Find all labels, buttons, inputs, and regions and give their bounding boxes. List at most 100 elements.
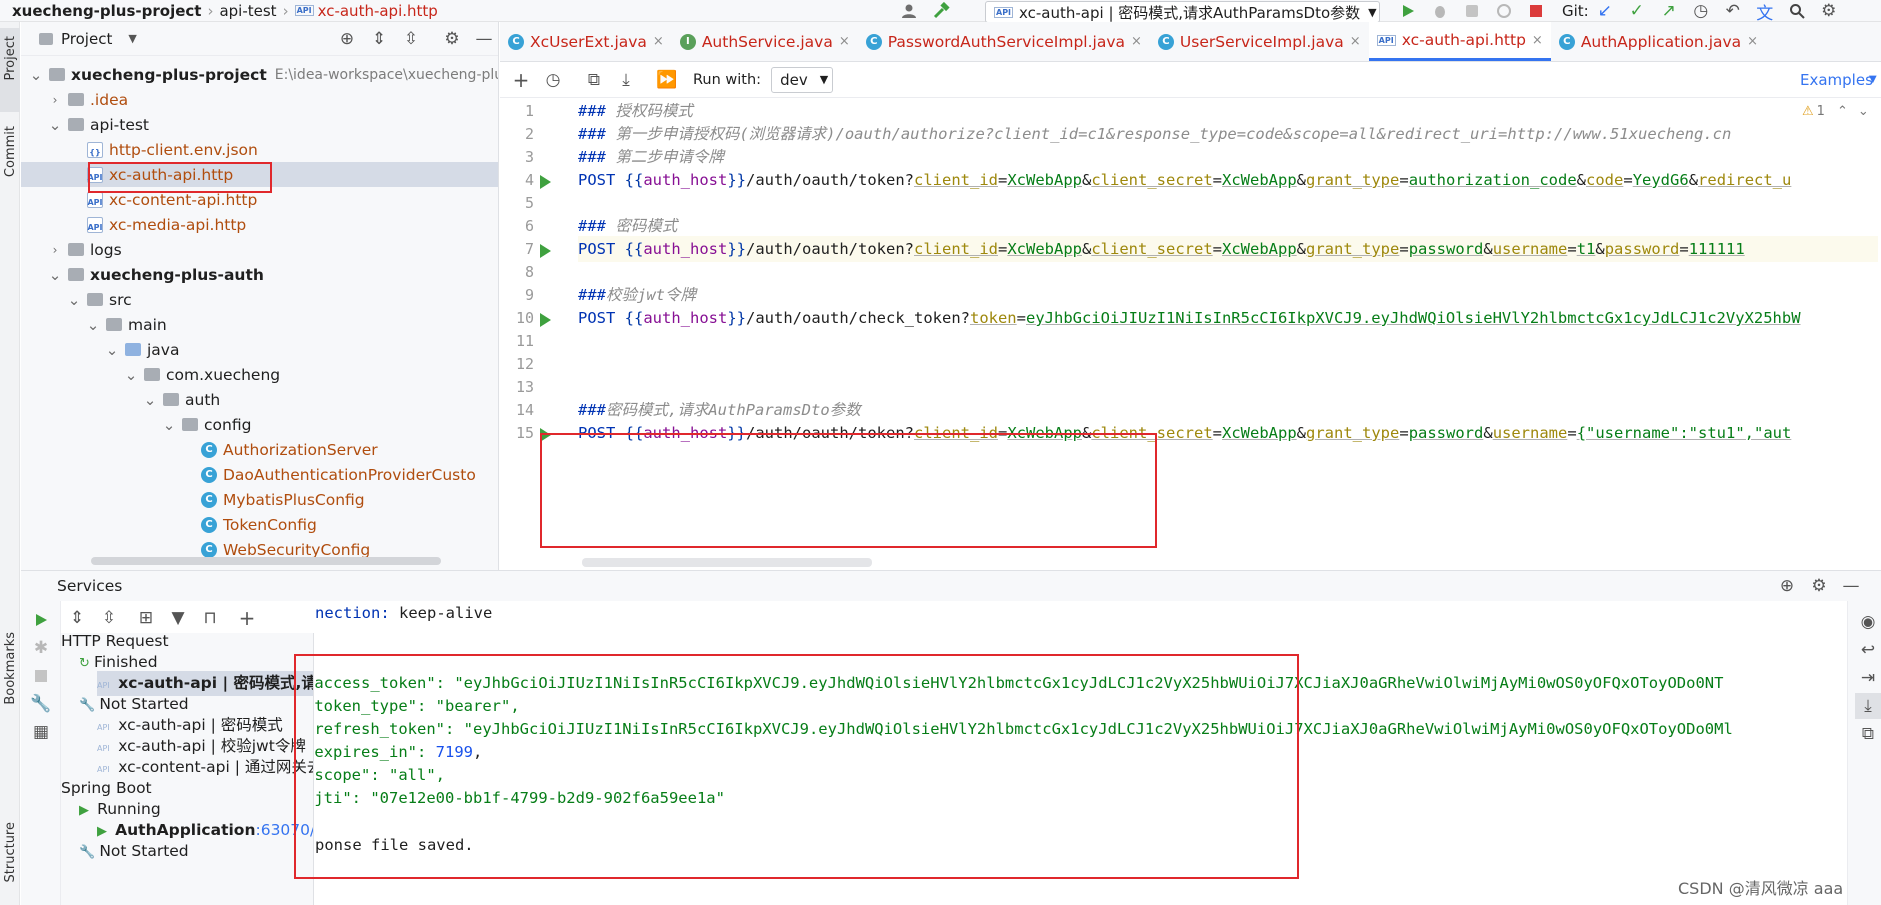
- layout-icon[interactable]: ▦: [28, 719, 54, 745]
- env-select[interactable]: dev ▼: [771, 66, 834, 93]
- git-commit-icon[interactable]: ✓: [1624, 0, 1650, 24]
- search-icon[interactable]: [1784, 0, 1810, 24]
- close-icon[interactable]: ×: [653, 34, 664, 49]
- project-tool-tab[interactable]: Project: [0, 28, 20, 112]
- structure-tool-tab[interactable]: Structure: [0, 782, 20, 882]
- horizontal-scrollbar[interactable]: [91, 557, 441, 565]
- tree-item[interactable]: › logs: [48, 237, 122, 262]
- coverage-icon[interactable]: [1459, 0, 1485, 24]
- tree-item[interactable]: ⌄ com.xuecheng: [124, 362, 280, 387]
- user-icon[interactable]: [896, 0, 922, 24]
- tree-item[interactable]: ⌄ src: [67, 287, 132, 312]
- code-editor[interactable]: ⚠ 1 ⌃ ⌄ ### 授权码模式 ### 第一步申请授权码(浏览器请求)/oau…: [572, 98, 1881, 570]
- examples-link[interactable]: Examples: [1800, 71, 1873, 89]
- bookmarks-tool-tab[interactable]: Bookmarks: [0, 622, 20, 722]
- tree-item[interactable]: › .idea: [48, 87, 129, 112]
- service-tree-item[interactable]: 🔧 Not Started: [79, 839, 189, 864]
- group-icon[interactable]: ⊞: [133, 605, 159, 631]
- git-update-icon[interactable]: ↙: [1592, 0, 1618, 24]
- stop-icon[interactable]: [1523, 0, 1549, 24]
- new-tab-icon[interactable]: ⊓: [197, 605, 223, 631]
- add-service-icon[interactable]: ⊕: [1774, 573, 1800, 599]
- tree-item[interactable]: API xc-auth-api.http: [21, 162, 498, 187]
- filter-icon[interactable]: ▼: [165, 605, 191, 631]
- add-icon[interactable]: +: [234, 605, 260, 631]
- chevron-right-icon[interactable]: ›: [48, 93, 62, 107]
- tree-item[interactable]: C MybatisPlusConfig: [181, 487, 365, 512]
- run-request-icon[interactable]: [540, 244, 551, 258]
- breadcrumb-folder[interactable]: api-test: [215, 2, 280, 20]
- tree-item[interactable]: C AuthorizationServer: [181, 437, 378, 462]
- rollback-icon[interactable]: ↶: [1720, 0, 1746, 24]
- run-request-icon[interactable]: [540, 175, 551, 189]
- expand-all-icon[interactable]: ⇕: [64, 605, 90, 631]
- convert-icon[interactable]: ⧉: [581, 67, 607, 93]
- run-request-icon[interactable]: [540, 428, 551, 442]
- breadcrumb-file[interactable]: API xc-auth-api.http: [291, 2, 442, 20]
- tree-item[interactable]: ⌄ main: [86, 312, 167, 337]
- response-viewer[interactable]: Connection: keep-alive{"access_token": "…: [315, 601, 1845, 905]
- collapse-all-icon[interactable]: ⇳: [96, 605, 122, 631]
- scroll-to-end-icon[interactable]: ⇥: [1855, 665, 1881, 691]
- debug-icon[interactable]: [1427, 0, 1453, 24]
- settings-icon[interactable]: ⚙: [1806, 573, 1832, 599]
- editor-tab[interactable]: C PasswordAuthServiceImpl.java ×: [858, 22, 1150, 61]
- soft-wrap-icon[interactable]: ↩: [1855, 637, 1881, 663]
- wrench-icon[interactable]: 🔧: [28, 691, 54, 717]
- debug-icon[interactable]: ✱: [28, 635, 54, 661]
- add-request-icon[interactable]: +: [508, 67, 534, 93]
- expand-all-icon[interactable]: ⇕: [366, 26, 392, 52]
- chevron-down-icon[interactable]: ⌄: [67, 291, 81, 309]
- run-icon[interactable]: [1395, 0, 1421, 24]
- editor-tab[interactable]: C AuthApplication.java ×: [1551, 22, 1766, 61]
- commit-tool-tab[interactable]: Commit: [0, 122, 20, 202]
- run-icon[interactable]: [28, 607, 54, 633]
- chevron-down-icon[interactable]: ⌄: [105, 341, 119, 359]
- collapse-all-icon[interactable]: ⇳: [398, 26, 424, 52]
- tree-item[interactable]: ⌄ xuecheng-plus-auth: [48, 262, 264, 287]
- chevron-down-icon[interactable]: ⌄: [86, 316, 100, 334]
- project-panel-title[interactable]: Project: [61, 30, 112, 48]
- tree-item[interactable]: ⌄ auth: [143, 387, 221, 412]
- tree-item[interactable]: API xc-content-api.http: [67, 187, 257, 212]
- run-config-select[interactable]: API xc-auth-api | 密码模式,请求AuthParamsDto参数…: [985, 1, 1380, 23]
- breadcrumb-project[interactable]: xuecheng-plus-project: [8, 2, 205, 20]
- history-icon[interactable]: ◷: [540, 67, 566, 93]
- chevron-down-icon[interactable]: ⌄: [162, 416, 176, 434]
- copy-icon[interactable]: ⧉: [1855, 721, 1881, 747]
- inspection-widget[interactable]: ⚠ 1 ⌃ ⌄: [1802, 104, 1869, 119]
- chevron-down-icon[interactable]: ▼: [1869, 74, 1877, 85]
- tree-item[interactable]: ⌄ xuecheng-plus-project E:\idea-workspace\…: [29, 62, 498, 87]
- tree-item[interactable]: C TokenConfig: [181, 512, 317, 537]
- tree-item[interactable]: {} http-client.env.json: [67, 137, 258, 162]
- chevron-down-icon[interactable]: ⌄: [48, 266, 62, 284]
- chevron-down-icon[interactable]: ⌄: [29, 66, 43, 84]
- close-icon[interactable]: ×: [1131, 34, 1142, 49]
- chevron-down-icon[interactable]: ⌄: [124, 366, 138, 384]
- hide-icon[interactable]: —: [471, 26, 497, 52]
- settings-icon[interactable]: ⚙: [439, 26, 465, 52]
- download-icon[interactable]: ⤓: [1855, 693, 1881, 719]
- tree-item[interactable]: API xc-media-api.http: [67, 212, 246, 237]
- editor-tab[interactable]: C XcUserExt.java ×: [500, 22, 672, 61]
- close-icon[interactable]: ×: [839, 34, 850, 49]
- run-request-icon[interactable]: [540, 313, 551, 327]
- chevron-up-icon[interactable]: ⌃: [1837, 104, 1848, 119]
- chevron-right-icon[interactable]: ›: [48, 243, 62, 257]
- editor-tab[interactable]: C UserServiceImpl.java ×: [1150, 22, 1369, 61]
- editor-tab[interactable]: API xc-auth-api.http ×: [1368, 22, 1551, 61]
- git-push-icon[interactable]: ↗: [1656, 0, 1682, 24]
- history-icon[interactable]: ◷: [1688, 0, 1714, 24]
- build-hammer-icon[interactable]: [928, 0, 954, 24]
- close-icon[interactable]: ×: [1532, 33, 1543, 48]
- chevron-down-icon[interactable]: ⌄: [1858, 104, 1869, 119]
- chevron-down-icon[interactable]: ⌄: [48, 116, 62, 134]
- locate-icon[interactable]: ⊕: [334, 26, 360, 52]
- tree-item[interactable]: C DaoAuthenticationProviderCusto: [181, 462, 476, 487]
- editor-tab[interactable]: I AuthService.java ×: [672, 22, 858, 61]
- tree-item[interactable]: ⌄ config: [162, 412, 252, 437]
- eye-icon[interactable]: ◉: [1855, 609, 1881, 635]
- hide-icon[interactable]: —: [1838, 573, 1864, 599]
- close-icon[interactable]: ×: [1747, 34, 1758, 49]
- chevron-down-icon[interactable]: ⌄: [143, 391, 157, 409]
